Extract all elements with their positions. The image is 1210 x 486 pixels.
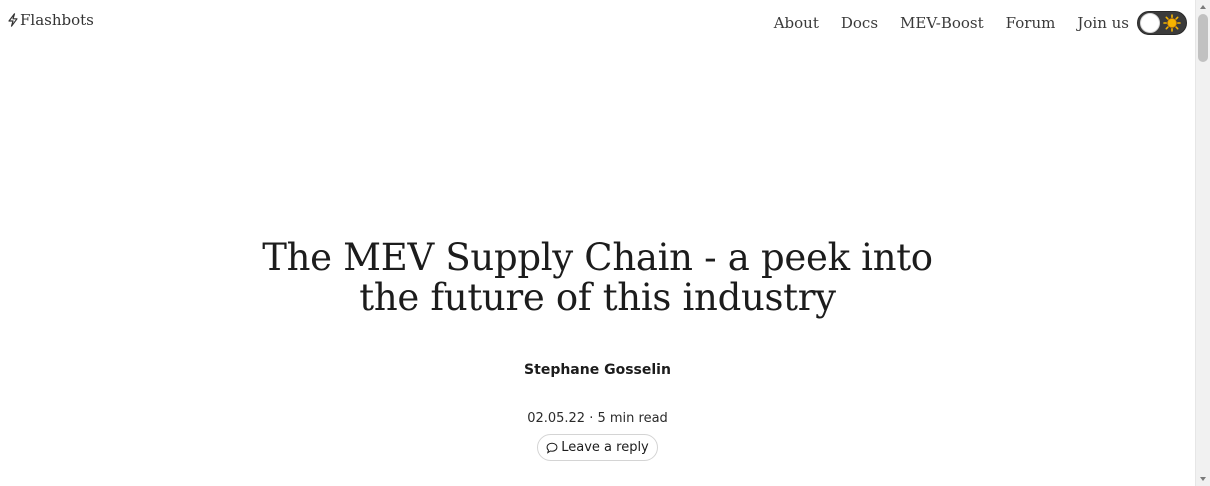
vertical-scrollbar[interactable]: [1195, 0, 1210, 486]
nav-link-about[interactable]: About: [774, 13, 819, 33]
scroll-thumb[interactable]: [1198, 14, 1208, 62]
site-header: Flashbots About Docs MEV-Boost Forum Joi…: [0, 0, 1195, 44]
article-author[interactable]: Stephane Gosselin: [0, 362, 1195, 378]
toggle-knob: [1140, 13, 1160, 33]
nav-link-forum[interactable]: Forum: [1006, 13, 1056, 33]
article-title-line-2: the future of this industry: [359, 276, 836, 319]
nav-link-docs[interactable]: Docs: [841, 13, 878, 33]
sun-icon: [1163, 14, 1181, 32]
scroll-up-arrow-icon[interactable]: [1200, 5, 1206, 9]
article-title-line-1: The MEV Supply Chain - a peek into: [262, 236, 933, 279]
main-nav: About Docs MEV-Boost Forum Join us: [774, 11, 1187, 35]
article-title: The MEV Supply Chain - a peek into the f…: [0, 238, 1195, 318]
speech-bubble-icon: [546, 442, 558, 454]
nav-link-join-us[interactable]: Join us: [1077, 13, 1129, 33]
theme-toggle[interactable]: [1137, 11, 1187, 35]
brand-name: Flashbots: [20, 11, 94, 29]
nav-link-mev-boost[interactable]: MEV-Boost: [900, 13, 984, 33]
leave-reply-button[interactable]: Leave a reply: [537, 434, 658, 461]
scroll-down-arrow-icon[interactable]: [1200, 477, 1206, 481]
page: Flashbots About Docs MEV-Boost Forum Joi…: [0, 0, 1195, 486]
leave-reply-label: Leave a reply: [561, 440, 649, 455]
lightning-bolt-icon: [8, 13, 18, 27]
brand-logo-link[interactable]: Flashbots: [7, 11, 94, 29]
reply-container: Leave a reply: [0, 434, 1195, 461]
article-meta: 02.05.22 · 5 min read: [527, 411, 668, 426]
